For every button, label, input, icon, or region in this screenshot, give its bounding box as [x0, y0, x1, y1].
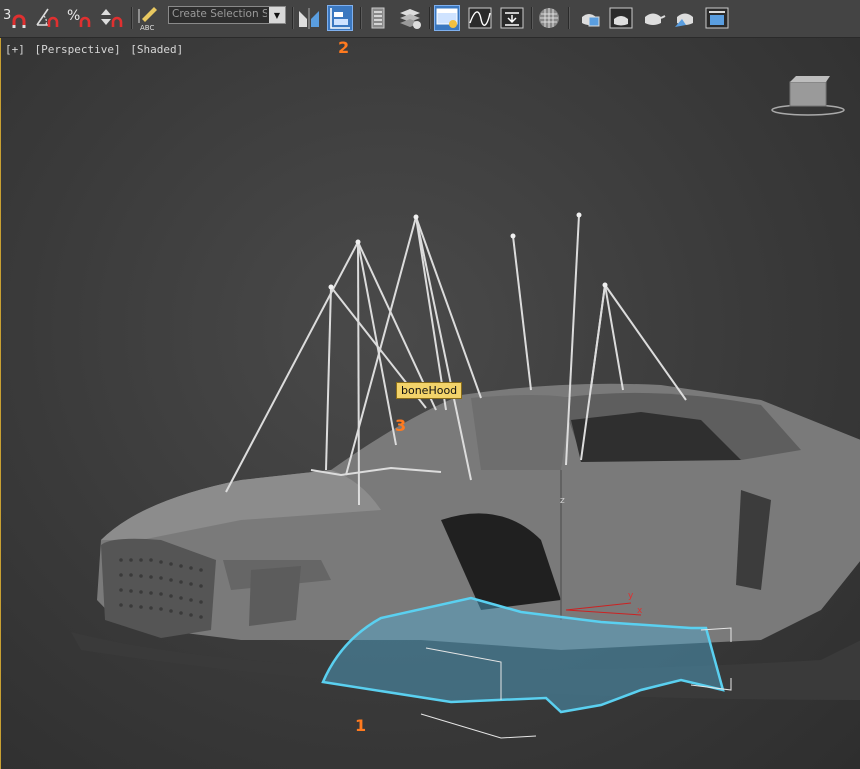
curve-editor-icon: [468, 7, 492, 29]
callout-2: 2: [338, 38, 350, 57]
curve-editor-button[interactable]: [467, 5, 493, 31]
perspective-viewport[interactable]: [+] [Perspective] [Shaded] y x z boneHoo…: [0, 38, 860, 769]
material-editor-icon: [539, 8, 559, 28]
spinner-snap-icon: [101, 9, 123, 27]
toolbar-separator: [131, 7, 133, 29]
selection-set-placeholder: Create Selection Se: [172, 8, 267, 20]
angle-snap-icon: [36, 8, 59, 27]
rendered-frame-window-button[interactable]: [608, 5, 634, 31]
edit-named-selection-button[interactable]: ABC: [136, 5, 162, 31]
schematic-view-button[interactable]: [499, 5, 525, 31]
callout-1: 1: [355, 716, 367, 735]
svg-text:ABC: ABC: [140, 24, 154, 31]
render-iterative-icon: [675, 13, 693, 27]
toolbar-separator: [429, 7, 431, 29]
scene-explorer-button[interactable]: [365, 5, 391, 31]
scene-explorer-icon: [371, 7, 385, 29]
render-production-icon: [645, 13, 666, 25]
toolbar-separator: [360, 7, 362, 29]
edit-named-selection-icon: ABC: [138, 7, 157, 31]
align-icon: [330, 8, 350, 29]
chevron-down-icon[interactable]: ▼: [269, 7, 285, 23]
toolbar-separator: [531, 7, 533, 29]
named-selection-set-dropdown[interactable]: Create Selection Se ▼: [168, 6, 286, 24]
render-production-button[interactable]: [640, 5, 666, 31]
layer-manager-button[interactable]: [397, 5, 423, 31]
toggle-ribbon-icon: [436, 8, 458, 28]
spinner-snap-button[interactable]: [98, 5, 124, 31]
car-scene: [71, 212, 860, 739]
axis-x-label: x: [637, 606, 643, 616]
render-setup-icon: [582, 14, 600, 27]
mirror-icon: [299, 8, 319, 29]
percent-snap-button[interactable]: %: [66, 5, 92, 31]
align-button[interactable]: [327, 5, 353, 31]
render-in-cloud-icon: [705, 7, 729, 29]
material-editor-button[interactable]: [536, 5, 562, 31]
callout-3: 3: [395, 416, 407, 435]
bone-name-tooltip: boneHood: [396, 382, 463, 399]
main-toolbar: 3 % ABC Create Selection Se ▼: [0, 0, 860, 38]
mirror-button[interactable]: [296, 5, 322, 31]
percent-label: %: [67, 8, 81, 24]
toolbar-separator: [568, 7, 570, 29]
render-setup-button[interactable]: [576, 5, 602, 31]
toggle-ribbon-button[interactable]: [434, 5, 460, 31]
toolbar-separator: [292, 7, 294, 29]
rendered-frame-window-icon: [609, 7, 633, 29]
axis-y-label: y: [628, 591, 634, 601]
snaps-toggle-button[interactable]: 3: [2, 5, 28, 31]
render-iterative-button[interactable]: [672, 5, 698, 31]
angle-snap-button[interactable]: [34, 5, 60, 31]
layer-manager-icon: [400, 9, 421, 29]
snap-dimension-label: 3: [3, 8, 12, 23]
schematic-view-icon: [500, 7, 524, 29]
axis-z-label: z: [560, 496, 565, 506]
render-in-cloud-button[interactable]: [704, 5, 730, 31]
